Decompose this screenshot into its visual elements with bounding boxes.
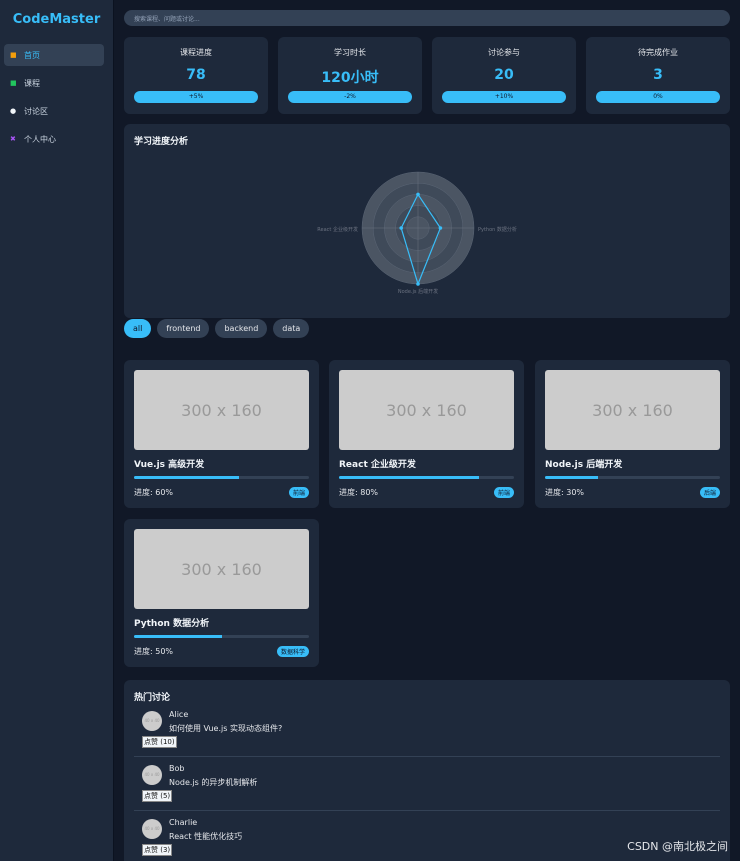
course-tag: 数据科学 [276, 646, 309, 657]
stat-value: 120小时 [321, 70, 379, 86]
like-button[interactable]: 点赞 (5) [142, 790, 173, 802]
course-card[interactable]: 300 x 160 Vue.js 高级开发 进度: 60% 前端 [124, 360, 319, 508]
radar-indicator-label: React 企业级开发 [317, 226, 358, 233]
main-content: 搜索课程、问题或讨论... 课程进度 78 +5% 学习时长 120小时 -2%… [124, 10, 730, 861]
radar-point [416, 282, 420, 286]
sidebar-item-label: 课程 [24, 78, 40, 88]
course-progress-text: 进度: 80% [339, 488, 379, 497]
progress-fill [545, 476, 598, 479]
discussion-panel: 热门讨论 40 x 40 Alice 如何使用 Vue.js 实现动态组件? 点… [124, 680, 730, 861]
course-thumbnail: 300 x 160 [339, 370, 514, 450]
watermark: CSDN @南北极之间 [627, 840, 728, 853]
book-icon: ■ [10, 79, 17, 87]
stat-card: 课程进度 78 +5% [124, 37, 268, 114]
stat-card: 讨论参与 20 +10% [432, 37, 576, 114]
discussion-author: Bob [169, 764, 185, 773]
stat-card: 待完成作业 3 0% [586, 37, 730, 114]
course-tag: 前端 [288, 487, 309, 498]
course-title: Node.js 后端开发 [545, 460, 623, 470]
discussion-author: Charlie [169, 818, 198, 827]
progress-track [134, 635, 309, 638]
avatar: 40 x 40 [142, 819, 162, 839]
panel-title: 热门讨论 [134, 693, 171, 703]
course-card[interactable]: 300 x 160 Python 数据分析 进度: 50% 数据科学 [124, 519, 319, 667]
stat-label: 待完成作业 [638, 48, 678, 57]
course-tag: 后端 [699, 487, 720, 498]
filter-bar: all frontend backend data [124, 319, 730, 338]
discussion-item[interactable]: 40 x 40 Bob Node.js 的异步机制解析 点赞 (5) [134, 757, 720, 811]
course-progress-text: 进度: 50% [134, 647, 174, 656]
stat-change: 0% [596, 91, 720, 103]
filter-backend[interactable]: backend [215, 319, 268, 338]
radar-chart: 学习进度分析Python 数据分析Node.js 后端开发React 企业级开发 [317, 171, 517, 295]
stat-change: +10% [442, 91, 566, 103]
search-input[interactable]: 搜索课程、问题或讨论... [124, 10, 730, 26]
stat-value: 20 [494, 67, 514, 83]
course-thumbnail: 300 x 160 [545, 370, 720, 450]
panel-title: 学习进度分析 [134, 137, 189, 147]
stat-change: +5% [134, 91, 258, 103]
course-tag: 前端 [493, 487, 514, 498]
like-button[interactable]: 点赞 (10) [142, 736, 177, 748]
course-thumbnail: 300 x 160 [134, 529, 309, 609]
radar-point [399, 226, 404, 230]
sidebar-nav: ■ 首页 ■ 课程 ● 讨论区 ✖ 个人中心 [0, 44, 113, 150]
sidebar-item-label: 讨论区 [24, 106, 48, 116]
discussion-author: Alice [169, 710, 189, 719]
course-footer: 进度: 60% 前端 [134, 487, 309, 498]
course-thumbnail: 300 x 160 [134, 370, 309, 450]
stat-label: 学习时长 [334, 48, 366, 57]
app-logo[interactable]: CodeMaster [0, 12, 113, 32]
avatar: 40 x 40 [142, 711, 162, 731]
filter-all[interactable]: all [124, 319, 152, 338]
stat-value: 3 [653, 67, 663, 83]
discussion-item[interactable]: 40 x 40 Alice 如何使用 Vue.js 实现动态组件? 点赞 (10… [134, 703, 720, 757]
stat-label: 课程进度 [180, 48, 212, 57]
radar-indicator-label: Node.js 后端开发 [398, 288, 438, 295]
user-icon: ✖ [10, 135, 16, 143]
like-button[interactable]: 点赞 (3) [142, 844, 173, 856]
course-grid: 300 x 160 Vue.js 高级开发 进度: 60% 前端 300 x 1… [124, 360, 730, 670]
sidebar-item-discussion[interactable]: ● 讨论区 [4, 100, 104, 122]
discussion-text: 如何使用 Vue.js 实现动态组件? [169, 724, 283, 733]
filter-frontend[interactable]: frontend [157, 319, 210, 338]
stat-value: 78 [186, 67, 206, 83]
sidebar-item-label: 个人中心 [24, 134, 56, 144]
stat-card: 学习时长 120小时 -2% [278, 37, 422, 114]
course-footer: 进度: 80% 前端 [339, 487, 514, 498]
course-footer: 进度: 30% 后端 [545, 487, 720, 498]
radar-indicator-label: Python 数据分析 [478, 226, 517, 233]
chat-icon: ● [10, 107, 17, 115]
stat-label: 讨论参与 [488, 48, 520, 57]
radar-point [438, 226, 443, 230]
progress-fill [134, 476, 239, 479]
sidebar: CodeMaster ■ 首页 ■ 课程 ● 讨论区 ✖ 个人中心 [0, 0, 114, 861]
course-title: React 企业级开发 [339, 460, 416, 470]
course-card[interactable]: 300 x 160 React 企业级开发 进度: 80% 前端 [329, 360, 524, 508]
progress-track [339, 476, 514, 479]
radar-point [416, 192, 420, 197]
filter-data[interactable]: data [273, 319, 310, 338]
course-card[interactable]: 300 x 160 Node.js 后端开发 进度: 30% 后端 [535, 360, 730, 508]
progress-fill [134, 635, 222, 638]
course-footer: 进度: 50% 数据科学 [134, 646, 309, 657]
home-icon: ■ [10, 51, 17, 59]
course-title: Vue.js 高级开发 [134, 460, 205, 470]
stats-row: 课程进度 78 +5% 学习时长 120小时 -2% 讨论参与 20 +10% … [124, 37, 730, 114]
progress-track [134, 476, 309, 479]
sidebar-item-home[interactable]: ■ 首页 [4, 44, 104, 66]
progress-fill [339, 476, 479, 479]
course-progress-text: 进度: 60% [134, 488, 174, 497]
sidebar-item-courses[interactable]: ■ 课程 [4, 72, 104, 94]
progress-track [545, 476, 720, 479]
discussion-text: React 性能优化技巧 [169, 832, 243, 841]
discussion-text: Node.js 的异步机制解析 [169, 778, 258, 787]
stat-change: -2% [288, 91, 412, 103]
course-progress-text: 进度: 30% [545, 488, 585, 497]
radar-panel: 学习进度分析 学习进度分析Python 数据分析Node.js 后端开发Reac… [124, 124, 730, 318]
sidebar-item-label: 首页 [24, 50, 40, 60]
avatar: 40 x 40 [142, 765, 162, 785]
course-title: Python 数据分析 [134, 619, 210, 629]
sidebar-item-profile[interactable]: ✖ 个人中心 [4, 128, 104, 150]
